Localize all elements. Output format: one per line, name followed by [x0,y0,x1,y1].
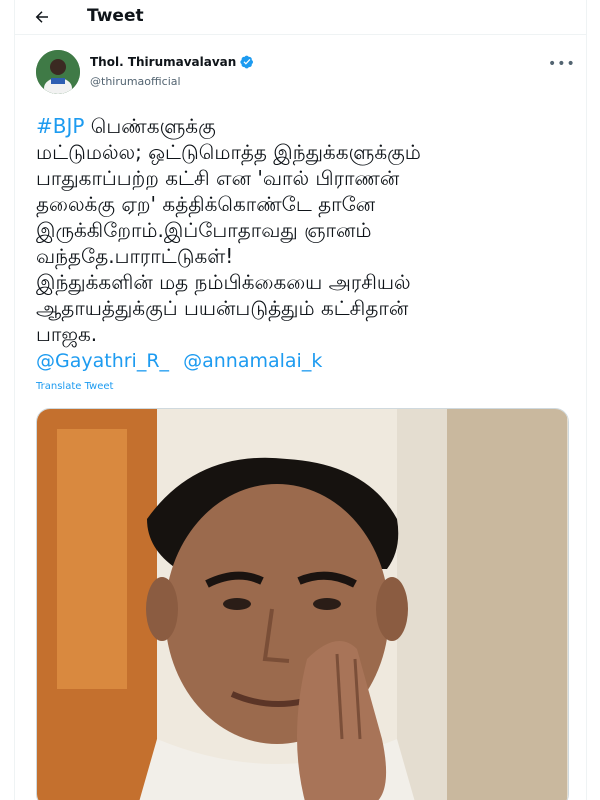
tweet-photo[interactable] [36,408,569,800]
author-name-text: Thol. Thirumavalavan [90,55,237,69]
tweet-line-1-rest: பெண்களுக்கு [84,114,216,138]
mention-link[interactable]: @annamalai_k [183,350,322,372]
back-button[interactable] [27,2,57,32]
tweet-line: இருக்கிறோம்.இப்போதாவது ஞானம் [36,218,372,242]
top-bar: Tweet [15,0,586,34]
column-border-right [586,0,587,800]
tweet-line: வந்ததே.பாராட்டுகள்! [36,244,234,268]
avatar[interactable] [36,50,80,94]
verified-badge-icon [240,55,254,69]
page-title: Tweet [87,6,144,26]
photo-image [37,409,568,800]
column-border-left [14,0,15,800]
author-handle[interactable]: @thirumaofficial [90,75,181,88]
more-dots-icon: ••• [548,56,576,72]
tweet-line: மட்டுமல்ல; ஒட்டுமொத்த இந்துக்களுக்கும் [36,140,421,164]
author-name[interactable]: Thol. Thirumavalavan [90,55,254,69]
tweet-line: பாதுகாப்பற்ற கட்சி என 'வால் பிராணன் [36,166,400,190]
tweet-line: பாஜக. [36,322,98,346]
header-divider [15,34,586,35]
tweet-text: #BJP பெண்களுக்கு மட்டுமல்ல; ஒட்டுமொத்த இ… [36,113,576,347]
tweet-line-1: #BJP பெண்களுக்கு [36,113,576,139]
tweet-line: ஆதாயத்துக்குப் பயன்படுத்தும் கட்சிதான் [36,296,409,320]
mentions: @Gayathri_R_ @annamalai_k [36,350,330,372]
tweet-line: தலைக்கு ஏற' கத்திக்கொண்டே தானே [36,192,376,216]
back-arrow-icon [35,11,48,23]
tweet-page: Tweet Thol. Thirumavalavan @thirumaoffic… [0,0,600,800]
avatar-image [36,50,80,94]
tweet-line: இந்துக்களின் மத நம்பிக்கையை அரசியல் [36,270,411,294]
mention-link[interactable]: @Gayathri_R_ [36,350,169,372]
translate-tweet-link[interactable]: Translate Tweet [36,381,113,392]
hashtag-link[interactable]: #BJP [36,114,84,138]
more-options-button[interactable]: ••• [548,56,576,72]
